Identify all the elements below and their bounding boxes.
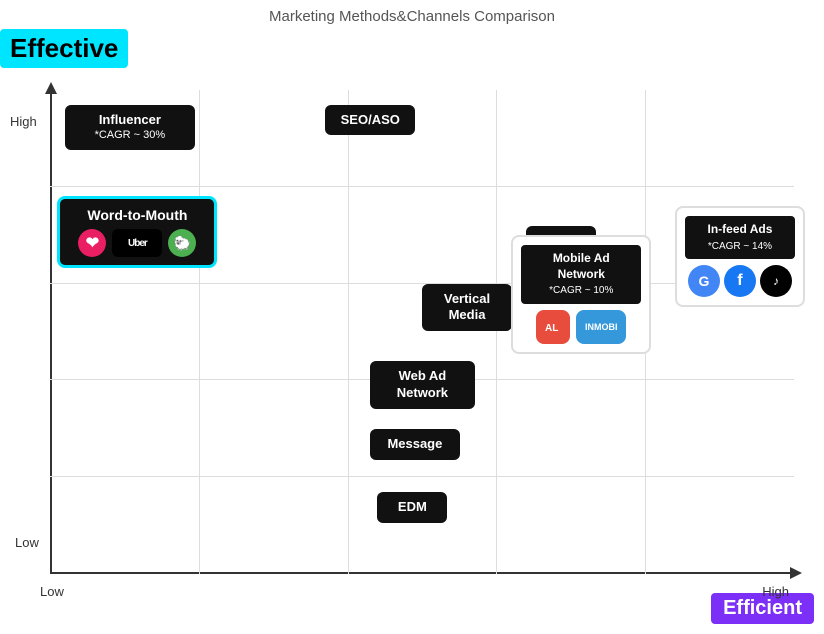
sheep-icon: 🐑 [168, 229, 196, 257]
effective-label: Effective [0, 29, 128, 68]
facebook-icon: f [724, 265, 756, 297]
web-ad-network-item: Web AdNetwork [370, 361, 475, 409]
x-axis [50, 572, 794, 574]
tiktok-icon: ♪ [760, 265, 792, 297]
edm-item: EDM [377, 492, 447, 523]
y-axis [50, 90, 52, 574]
chart-title: Marketing Methods&Channels Comparison [0, 0, 824, 25]
google-icon: G [688, 265, 720, 297]
seo-aso-item: SEO/ASO [325, 105, 415, 136]
chart-area: High Low Low High Influencer *CAGR ~ 30%… [50, 90, 794, 574]
message-item: Message [370, 429, 460, 460]
word-to-mouth-item: Word-to-Mouth ❤ Uber 🐑 [57, 196, 217, 268]
inmobi-icon: INMOBI [576, 310, 626, 344]
y-axis-high: High [10, 114, 37, 129]
vertical-media-item: VerticalMedia [422, 284, 512, 332]
svg-text:AL: AL [545, 323, 558, 334]
uber-icon: Uber [112, 229, 162, 257]
x-axis-high: High [762, 584, 789, 599]
x-axis-low: Low [40, 584, 64, 599]
heart-icon: ❤ [78, 229, 106, 257]
applovin-icon: AL [536, 310, 570, 344]
infeed-ads-item: In-feed Ads *CAGR ~ 14% G f ♪ [675, 206, 805, 307]
y-axis-low: Low [15, 535, 39, 550]
mobile-ad-network-item: Mobile Ad Network *CAGR ~ 10% AL INMOBI [511, 235, 651, 354]
influencer-item: Influencer *CAGR ~ 30% [65, 105, 195, 150]
